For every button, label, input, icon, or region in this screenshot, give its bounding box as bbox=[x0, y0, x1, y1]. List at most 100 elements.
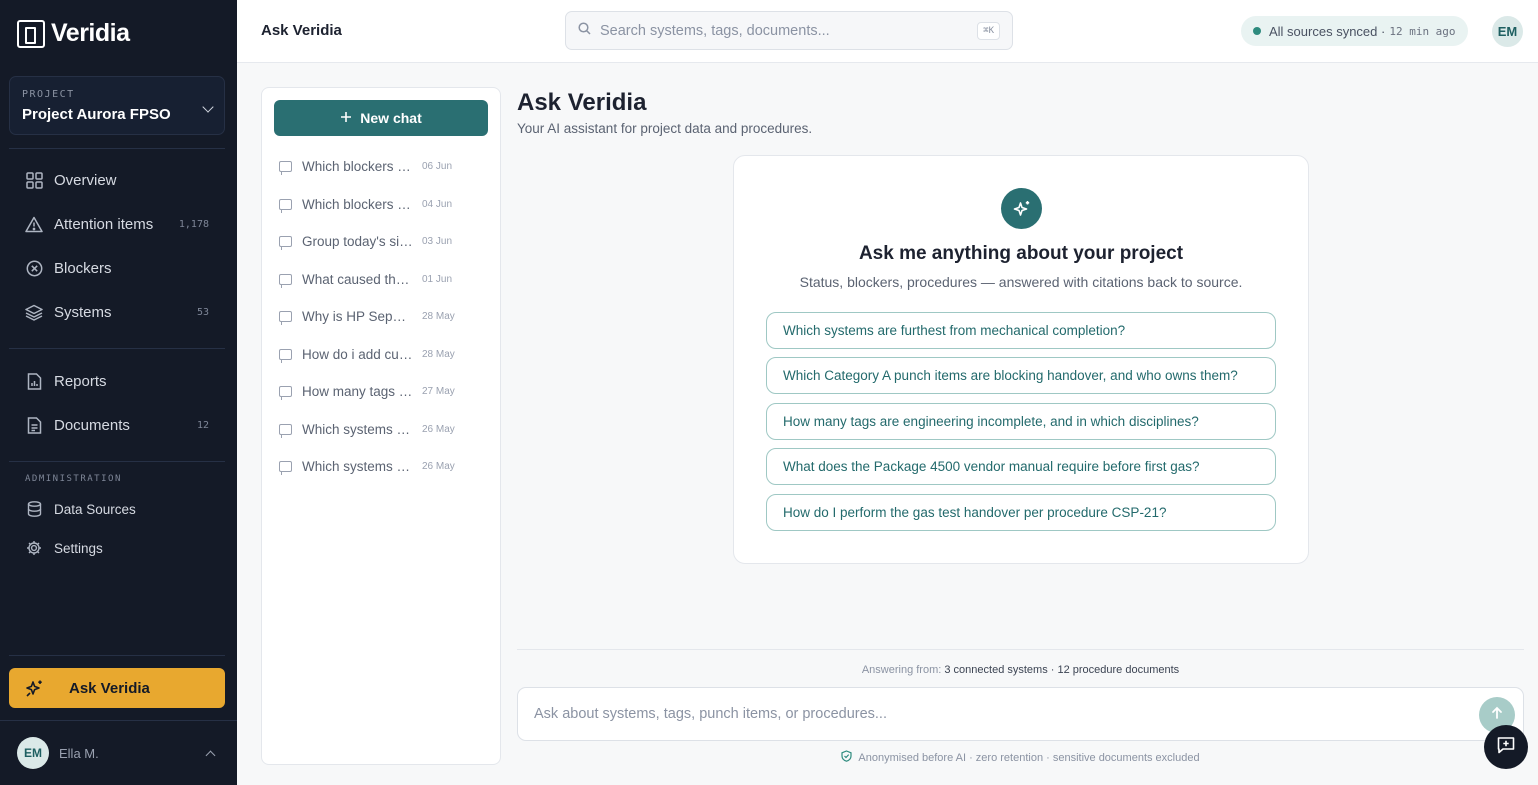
grid-icon bbox=[25, 171, 43, 189]
chat-history-item[interactable]: Which blockers affect first gas? 04 Jun bbox=[279, 190, 479, 218]
divider bbox=[9, 655, 225, 656]
chat-input[interactable] bbox=[534, 706, 1507, 722]
nav-label: Attention items bbox=[54, 215, 154, 233]
avatar[interactable]: EM bbox=[1492, 16, 1523, 47]
chat-title: Which systems are at risk? bbox=[302, 458, 413, 474]
user-name: Ella M. bbox=[59, 745, 99, 761]
chat-title: Why is HP Separator behind? bbox=[302, 308, 413, 324]
gear-icon bbox=[25, 539, 43, 557]
nav-item-reports[interactable]: Reports bbox=[9, 363, 225, 399]
project-name: Project Aurora FPSO bbox=[22, 106, 171, 123]
nav-count: 1,178 bbox=[178, 218, 209, 230]
sidebar: Veridia PROJECT Project Aurora FPSO Over… bbox=[0, 0, 237, 785]
new-chat-button[interactable]: New chat bbox=[274, 100, 488, 136]
privacy-text: Anonymised before AI · zero retention · … bbox=[858, 751, 1200, 764]
nav-label: Settings bbox=[54, 540, 103, 556]
nav-item-documents[interactable]: Documents 12 bbox=[9, 407, 225, 443]
suggested-question[interactable]: How do I perform the gas test handover p… bbox=[766, 494, 1276, 531]
suggested-question[interactable]: What does the Package 4500 vendor manual… bbox=[766, 448, 1276, 485]
logo[interactable]: Veridia bbox=[17, 19, 130, 48]
divider bbox=[9, 348, 225, 349]
chat-bubble-icon bbox=[279, 348, 292, 363]
answer-from-label: Answering from: bbox=[861, 664, 942, 676]
ask-veridia-button[interactable]: Ask Veridia bbox=[9, 668, 225, 708]
nav-item-overview[interactable]: Overview bbox=[9, 162, 225, 198]
nav-label: Blockers bbox=[54, 259, 112, 277]
nav-count: 53 bbox=[196, 306, 209, 318]
chat-bubble-icon bbox=[279, 198, 292, 213]
arrow-up-icon bbox=[1490, 706, 1504, 725]
nav-item-attention[interactable]: Attention items 1,178 bbox=[9, 206, 225, 242]
chat-bubble-icon bbox=[279, 273, 292, 288]
chat-history-item[interactable]: Why is HP Separator behind? 28 May bbox=[279, 302, 479, 330]
top-bar: Ask Veridia ⌘K All sources synced · 12 m… bbox=[237, 0, 1538, 63]
chat-bubble-icon bbox=[279, 460, 292, 475]
chat-date: 03 Jun bbox=[422, 235, 453, 247]
global-search[interactable]: ⌘K bbox=[565, 11, 1013, 50]
layers-icon bbox=[25, 303, 43, 321]
divider bbox=[9, 461, 225, 462]
nav-label: Reports bbox=[54, 372, 107, 390]
document-icon bbox=[25, 416, 43, 434]
chat-support-button[interactable] bbox=[1484, 725, 1528, 769]
status-dot-icon bbox=[1253, 27, 1261, 35]
nav-label: Data Sources bbox=[54, 501, 136, 517]
avatar: EM bbox=[17, 737, 49, 769]
chat-title: Which systems have punch items? bbox=[302, 421, 413, 437]
welcome-card: Ask me anything about your project Statu… bbox=[733, 155, 1309, 564]
ask-veridia-label: Ask Veridia bbox=[69, 679, 150, 697]
logo-mark-icon bbox=[17, 19, 45, 48]
nav-label: Overview bbox=[54, 171, 117, 189]
nav-count: 12 bbox=[196, 419, 209, 431]
chat-date: 01 Jun bbox=[422, 273, 453, 285]
new-chat-label: New chat bbox=[360, 110, 422, 126]
chat-history-item[interactable]: How do i add custom fields? 28 May bbox=[279, 340, 479, 368]
divider bbox=[517, 649, 1524, 650]
shortcut-hint: ⌘K bbox=[977, 21, 1000, 40]
sparkle-icon bbox=[25, 679, 43, 697]
card-title: Ask me anything about your project bbox=[858, 243, 1184, 264]
suggested-question[interactable]: Which Category A punch items are blockin… bbox=[766, 357, 1276, 394]
chat-composer bbox=[517, 687, 1524, 741]
chat-history-item[interactable]: Which systems have punch items? 26 May bbox=[279, 415, 479, 443]
chat-date: 26 May bbox=[422, 460, 455, 472]
nav-label: Documents bbox=[54, 416, 130, 434]
chat-title: How do i add custom fields? bbox=[302, 346, 413, 362]
chat-history-item[interactable]: What caused the delay? 01 Jun bbox=[279, 265, 479, 293]
chat-history-item[interactable]: Which blockers are most urgent? 06 Jun bbox=[279, 152, 479, 180]
nav-item-blockers[interactable]: Blockers bbox=[9, 250, 225, 286]
sync-text: All sources synced · bbox=[1269, 23, 1386, 39]
nav-item-settings[interactable]: Settings bbox=[9, 532, 225, 564]
chat-history-panel: New chat Which blockers are most urgent?… bbox=[261, 87, 501, 765]
nav-label: Systems bbox=[54, 303, 112, 321]
search-input[interactable] bbox=[600, 22, 978, 39]
chat-history-item[interactable]: How many tags are open? 27 May bbox=[279, 377, 479, 405]
nav-item-data-sources[interactable]: Data Sources bbox=[9, 493, 225, 525]
database-icon bbox=[25, 500, 43, 518]
chat-bubble-icon bbox=[279, 310, 292, 325]
chat-bubble-icon bbox=[279, 385, 292, 400]
admin-section-label: ADMINISTRATION bbox=[25, 474, 122, 484]
nav-item-systems[interactable]: Systems 53 bbox=[9, 294, 225, 330]
suggested-question[interactable]: How many tags are engineering incomplete… bbox=[766, 403, 1276, 440]
sync-status-badge: All sources synced · 12 min ago bbox=[1241, 16, 1468, 46]
plus-icon bbox=[340, 110, 352, 126]
chat-date: 06 Jun bbox=[422, 160, 453, 172]
suggested-question[interactable]: Which systems are furthest from mechanic… bbox=[766, 312, 1276, 349]
x-circle-icon bbox=[25, 259, 43, 277]
divider bbox=[9, 148, 225, 149]
project-selector[interactable]: PROJECT Project Aurora FPSO bbox=[9, 76, 225, 135]
shield-check-icon bbox=[841, 750, 853, 765]
chat-history-item[interactable]: Which systems are at risk? 26 May bbox=[279, 452, 479, 480]
chat-date: 26 May bbox=[422, 423, 455, 435]
chat-title: What caused the delay? bbox=[302, 271, 413, 287]
chat-bubble-icon bbox=[279, 423, 292, 438]
user-menu[interactable]: EM Ella M. bbox=[0, 720, 237, 785]
chat-history-item[interactable]: Group today's signed tags 03 Jun bbox=[279, 227, 479, 255]
chat-date: 27 May bbox=[422, 385, 455, 397]
chat-title: How many tags are open? bbox=[302, 383, 413, 399]
sync-time: 12 min ago bbox=[1389, 24, 1456, 38]
chat-title: Which blockers are most urgent? bbox=[302, 158, 413, 174]
chat-plus-icon bbox=[1496, 735, 1516, 760]
card-subtitle: Status, blockers, procedures — answered … bbox=[799, 274, 1243, 290]
